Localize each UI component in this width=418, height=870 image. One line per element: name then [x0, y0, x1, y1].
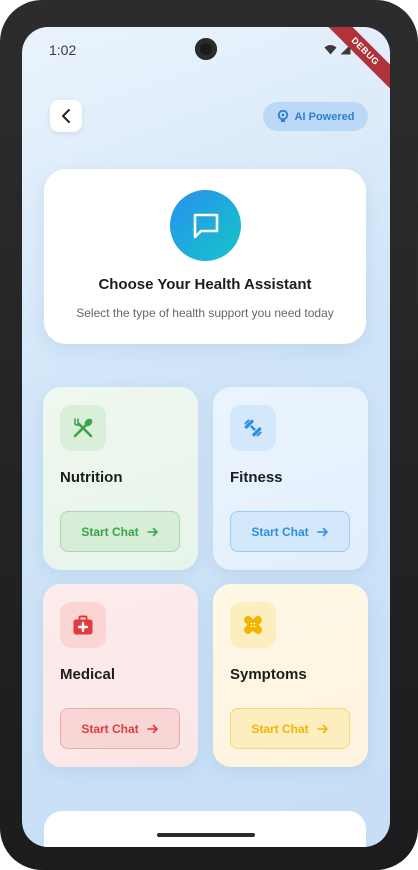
- hero-title: Choose Your Health Assistant: [98, 276, 312, 293]
- nutrition-card[interactable]: Nutrition Start Chat: [43, 387, 198, 570]
- fork-spoon-icon: [73, 418, 93, 438]
- medical-title: Medical: [60, 666, 116, 683]
- wifi-icon: [324, 44, 337, 54]
- fitness-card[interactable]: Fitness Start Chat: [213, 387, 368, 570]
- screen: 1:02 DEBUG AI Powered Choose Your Health…: [22, 27, 390, 847]
- hero-subtitle: Select the type of health support you ne…: [76, 306, 334, 320]
- front-camera: [195, 38, 217, 60]
- start-chat-label: Start Chat: [81, 721, 139, 736]
- arrow-right-icon: [316, 724, 328, 733]
- nutrition-icon-box: [60, 405, 106, 451]
- nutrition-title: Nutrition: [60, 469, 123, 486]
- ai-powered-badge: AI Powered: [263, 102, 368, 131]
- arrow-right-icon: [146, 724, 158, 733]
- status-time: 1:02: [49, 42, 77, 58]
- start-chat-label: Start Chat: [251, 524, 309, 539]
- fitness-title: Fitness: [230, 469, 283, 486]
- chat-bubble-icon: [193, 213, 218, 238]
- hero-icon-circle: [170, 190, 241, 261]
- medical-card[interactable]: Medical Start Chat: [43, 584, 198, 767]
- back-button[interactable]: [50, 100, 82, 132]
- hero-card: Choose Your Health Assistant Select the …: [44, 169, 366, 344]
- symptoms-card[interactable]: Symptoms Start Chat: [213, 584, 368, 767]
- phone-frame: 1:02 DEBUG AI Powered Choose Your Health…: [0, 0, 418, 870]
- medical-icon-box: [60, 602, 106, 648]
- dumbbell-icon: [244, 419, 262, 437]
- bandage-icon: [244, 616, 262, 634]
- nutrition-start-chat-button[interactable]: Start Chat: [60, 511, 180, 552]
- status-bar: 1:02 DEBUG: [22, 27, 390, 97]
- lightbulb-icon: [277, 110, 288, 122]
- start-chat-label: Start Chat: [251, 721, 309, 736]
- symptoms-start-chat-button[interactable]: Start Chat: [230, 708, 350, 749]
- arrow-right-icon: [316, 527, 328, 536]
- fitness-icon-box: [230, 405, 276, 451]
- medical-kit-icon: [73, 615, 93, 635]
- arrow-right-icon: [146, 527, 158, 536]
- medical-start-chat-button[interactable]: Start Chat: [60, 708, 180, 749]
- fitness-start-chat-button[interactable]: Start Chat: [230, 511, 350, 552]
- chevron-left-icon: [62, 109, 70, 123]
- bottom-card: [44, 811, 366, 847]
- ai-badge-label: AI Powered: [294, 110, 355, 123]
- symptoms-title: Symptoms: [230, 666, 307, 683]
- symptoms-icon-box: [230, 602, 276, 648]
- home-indicator[interactable]: [157, 833, 255, 837]
- debug-banner: DEBUG: [320, 27, 390, 97]
- start-chat-label: Start Chat: [81, 524, 139, 539]
